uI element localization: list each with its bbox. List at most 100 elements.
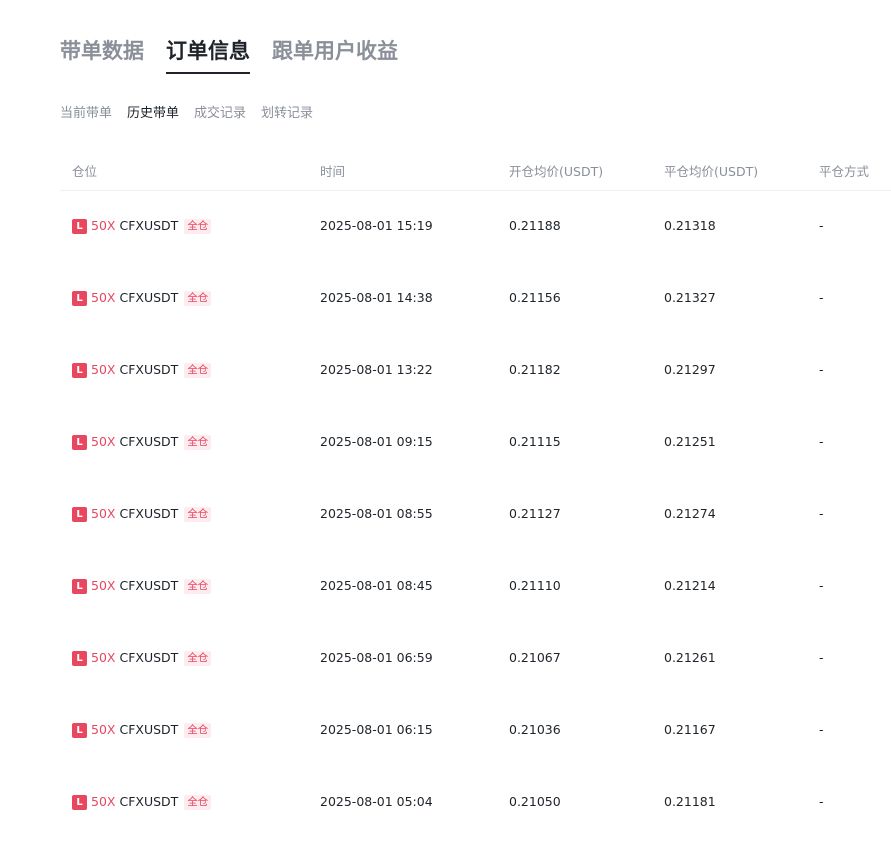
open-price-cell: 0.21110 <box>509 578 561 593</box>
position-cell: L 50X CFXUSDT 全仓 <box>72 433 212 451</box>
long-side-badge: L <box>72 290 87 306</box>
long-side-badge: L <box>72 722 87 738</box>
symbol[interactable]: CFXUSDT <box>119 577 178 595</box>
close-method-cell: - <box>819 794 824 809</box>
leverage: 50X <box>91 218 116 233</box>
close-method-cell: - <box>819 362 824 377</box>
close-method-cell: - <box>819 290 824 305</box>
symbol[interactable]: CFXUSDT <box>119 217 178 235</box>
close-method-cell: - <box>819 506 824 521</box>
header-open-price: 开仓均价(USDT) <box>509 164 604 179</box>
page: 带单数据 订单信息 跟单用户收益 当前带单 历史带单 成交记录 划转记录 仓位 … <box>0 0 891 843</box>
symbol[interactable]: CFXUSDT <box>119 721 178 739</box>
table-row: L 50X CFXUSDT 全仓 2025-08-01 06:15 0.2103… <box>60 695 891 767</box>
tab-lead-data[interactable]: 带单数据 <box>60 34 144 74</box>
close-price-cell: 0.21318 <box>664 218 716 233</box>
close-method-cell: - <box>819 578 824 593</box>
position-cell: L 50X CFXUSDT 全仓 <box>72 793 212 811</box>
table-row: L 50X CFXUSDT 全仓 2025-08-01 05:04 0.2105… <box>60 767 891 839</box>
open-price-cell: 0.21067 <box>509 650 561 665</box>
header-position: 仓位 <box>72 164 98 179</box>
leverage: 50X <box>91 578 116 593</box>
symbol[interactable]: CFXUSDT <box>119 793 178 811</box>
main-tabs: 带单数据 订单信息 跟单用户收益 <box>60 34 420 74</box>
open-price-cell: 0.21050 <box>509 794 561 809</box>
leverage: 50X <box>91 794 116 809</box>
time-cell: 2025-08-01 06:15 <box>320 722 433 737</box>
subtab-current-positions[interactable]: 当前带单 <box>60 104 112 124</box>
close-price-cell: 0.21251 <box>664 434 716 449</box>
time-cell: 2025-08-01 09:15 <box>320 434 433 449</box>
tab-order-info[interactable]: 订单信息 <box>166 34 250 74</box>
symbol[interactable]: CFXUSDT <box>119 433 178 451</box>
long-side-badge: L <box>72 218 87 234</box>
position-cell: L 50X CFXUSDT 全仓 <box>72 217 212 235</box>
leverage: 50X <box>91 650 116 665</box>
sub-tabs: 当前带单 历史带单 成交记录 划转记录 <box>60 104 328 124</box>
subtab-transfer-records[interactable]: 划转记录 <box>261 104 313 124</box>
close-method-cell: - <box>819 650 824 665</box>
leverage: 50X <box>91 362 116 377</box>
long-side-badge: L <box>72 434 87 450</box>
symbol[interactable]: CFXUSDT <box>119 361 178 379</box>
long-side-badge: L <box>72 578 87 594</box>
margin-mode-badge: 全仓 <box>184 650 212 666</box>
subtab-trade-records[interactable]: 成交记录 <box>194 104 246 124</box>
tab-follower-earnings[interactable]: 跟单用户收益 <box>272 34 398 74</box>
symbol[interactable]: CFXUSDT <box>119 505 178 523</box>
margin-mode-badge: 全仓 <box>184 218 212 234</box>
table-row: L 50X CFXUSDT 全仓 2025-08-01 14:38 0.2115… <box>60 263 891 335</box>
header-time: 时间 <box>320 164 346 179</box>
position-cell: L 50X CFXUSDT 全仓 <box>72 505 212 523</box>
header-close-method: 平仓方式 <box>819 164 870 179</box>
symbol[interactable]: CFXUSDT <box>119 289 178 307</box>
leverage: 50X <box>91 506 116 521</box>
subtab-position-history[interactable]: 历史带单 <box>127 104 179 124</box>
close-price-cell: 0.21167 <box>664 722 716 737</box>
table-row: L 50X CFXUSDT 全仓 2025-08-01 13:22 0.2118… <box>60 335 891 407</box>
open-price-cell: 0.21036 <box>509 722 561 737</box>
symbol[interactable]: CFXUSDT <box>119 649 178 667</box>
position-cell: L 50X CFXUSDT 全仓 <box>72 721 212 739</box>
time-cell: 2025-08-01 13:22 <box>320 362 433 377</box>
open-price-cell: 0.21115 <box>509 434 561 449</box>
open-price-cell: 0.21127 <box>509 506 561 521</box>
close-price-cell: 0.21261 <box>664 650 716 665</box>
table-body: L 50X CFXUSDT 全仓 2025-08-01 15:19 0.2118… <box>60 191 891 839</box>
open-price-cell: 0.21188 <box>509 218 561 233</box>
close-price-cell: 0.21274 <box>664 506 716 521</box>
close-method-cell: - <box>819 722 824 737</box>
table-row: L 50X CFXUSDT 全仓 2025-08-01 08:55 0.2112… <box>60 479 891 551</box>
leverage: 50X <box>91 434 116 449</box>
table-row: L 50X CFXUSDT 全仓 2025-08-01 08:45 0.2111… <box>60 551 891 623</box>
close-method-cell: - <box>819 218 824 233</box>
close-price-cell: 0.21327 <box>664 290 716 305</box>
margin-mode-badge: 全仓 <box>184 722 212 738</box>
position-cell: L 50X CFXUSDT 全仓 <box>72 649 212 667</box>
long-side-badge: L <box>72 506 87 522</box>
table-row: L 50X CFXUSDT 全仓 2025-08-01 15:19 0.2118… <box>60 191 891 263</box>
leverage: 50X <box>91 290 116 305</box>
margin-mode-badge: 全仓 <box>184 290 212 306</box>
time-cell: 2025-08-01 14:38 <box>320 290 433 305</box>
long-side-badge: L <box>72 362 87 378</box>
margin-mode-badge: 全仓 <box>184 506 212 522</box>
close-price-cell: 0.21297 <box>664 362 716 377</box>
time-cell: 2025-08-01 15:19 <box>320 218 433 233</box>
close-price-cell: 0.21214 <box>664 578 716 593</box>
margin-mode-badge: 全仓 <box>184 578 212 594</box>
time-cell: 2025-08-01 06:59 <box>320 650 433 665</box>
margin-mode-badge: 全仓 <box>184 794 212 810</box>
position-cell: L 50X CFXUSDT 全仓 <box>72 577 212 595</box>
leverage: 50X <box>91 722 116 737</box>
margin-mode-badge: 全仓 <box>184 362 212 378</box>
position-cell: L 50X CFXUSDT 全仓 <box>72 289 212 307</box>
close-price-cell: 0.21181 <box>664 794 716 809</box>
history-table: 仓位 时间 开仓均价(USDT) 平仓均价(USDT) 平仓方式 L 50X C… <box>60 150 891 839</box>
header-close-price: 平仓均价(USDT) <box>664 164 759 179</box>
time-cell: 2025-08-01 08:55 <box>320 506 433 521</box>
open-price-cell: 0.21156 <box>509 290 561 305</box>
table-row: L 50X CFXUSDT 全仓 2025-08-01 06:59 0.2106… <box>60 623 891 695</box>
close-method-cell: - <box>819 434 824 449</box>
long-side-badge: L <box>72 794 87 810</box>
